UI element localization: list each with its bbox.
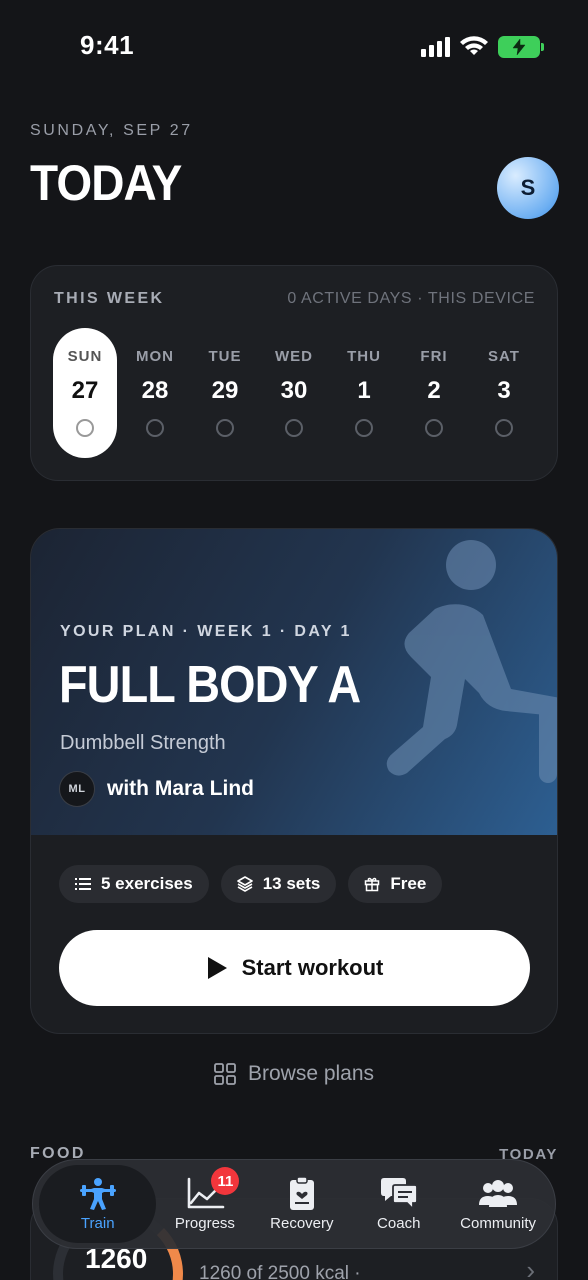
day-status-dot [355,419,373,437]
tab-label: Coach [377,1214,421,1232]
day-name: FRI [420,348,448,365]
chip-price: Free [348,865,443,903]
people-icon [479,1179,518,1207]
plan-eyebrow: YOUR PLAN · WEEK 1 · DAY 1 [60,623,352,640]
battery-icon [498,36,544,58]
chip-exercises: 5 exercises [59,865,209,903]
food-detail: 1260 of 2500 kcal · [199,1263,361,1280]
week-card: THIS WEEK 0 ACTIVE DAYS · THIS DEVICE SU… [30,265,558,481]
day-status-dot [285,419,303,437]
day-number: 30 [280,377,308,404]
week-title: THIS WEEK [54,290,165,307]
chevron-right-icon: › [526,1255,535,1280]
tab-bar: Train 11 Progress Recovery Coach Communi… [32,1159,556,1249]
list-icon [75,878,91,890]
day-number: 29 [211,377,239,404]
status-time: 9:41 [80,30,135,60]
chip-label: 5 exercises [101,874,193,893]
day-name: WED [275,348,313,365]
day-status-dot [76,419,94,437]
plan-coach: ML with Mara Lind [59,771,254,807]
chat-bubbles-icon [380,1177,418,1211]
coach-name: with Mara Lind [107,777,254,800]
day-status-dot [425,419,443,437]
chip-label: Free [390,874,427,893]
status-icons [421,36,544,58]
chip-sets: 13 sets [220,865,337,903]
coach-avatar: ML [59,771,95,807]
page-title: TODAY [30,155,182,211]
start-workout-button[interactable]: Start workout [59,930,530,1006]
date-label: SUNDAY, SEP 27 [30,122,193,139]
tab-progress[interactable]: 11 Progress [156,1165,253,1243]
tab-label: Community [460,1214,537,1232]
day-status-dot [495,419,513,437]
progress-badge: 11 [211,1167,240,1195]
barbell-icon [79,1177,116,1210]
day-status-dot [216,419,234,437]
day-number: 3 [497,377,511,404]
day-status-dot [146,419,164,437]
day-sun[interactable]: SUN 27 [53,328,117,458]
plan-chips: 5 exercises 13 sets Free [59,865,443,903]
layers-icon [236,876,253,892]
day-number: 28 [141,377,169,404]
day-number: 27 [71,377,99,404]
gift-icon [365,877,380,892]
tab-coach[interactable]: Coach [350,1165,447,1243]
chip-label: 13 sets [262,874,321,893]
plan-subtitle: Dumbbell Strength [60,732,226,754]
tab-label: Recovery [270,1214,334,1232]
week-meta: 0 ACTIVE DAYS · THIS DEVICE [287,290,535,307]
tab-label: Progress [174,1214,235,1232]
tab-recovery[interactable]: Recovery [253,1165,350,1243]
profile-avatar[interactable]: S [497,157,559,219]
lunge-figure-icon [386,540,557,783]
day-wed[interactable]: WED 30 [262,328,326,458]
browse-plans-button[interactable]: Browse plans [0,1062,588,1086]
day-name: SAT [488,348,520,365]
play-icon [207,957,227,979]
day-number: 1 [357,377,371,404]
day-name: TUE [208,348,242,365]
grid-icon [214,1063,236,1085]
day-name: SUN [67,348,103,365]
status-bar: 9:41 [0,0,588,96]
wifi-icon [460,36,488,55]
tab-community[interactable]: Community [447,1165,549,1243]
week-days: SUN 27 MON 28 TUE 29 WED 30 THU 1 FRI 2 [53,328,541,458]
day-name: MON [136,348,174,365]
plan-card[interactable]: YOUR PLAN · WEEK 1 · DAY 1 FULL BODY A D… [30,528,558,1034]
browse-plans-label: Browse plans [247,1062,375,1085]
start-workout-label: Start workout [241,955,384,980]
tab-label: Train [80,1214,115,1232]
day-tue[interactable]: TUE 29 [193,328,257,458]
tab-train[interactable]: Train [39,1165,157,1243]
day-mon[interactable]: MON 28 [123,328,187,458]
day-name: THU [347,348,381,365]
signal-icon [421,37,450,57]
day-thu[interactable]: THU 1 [332,328,396,458]
plan-name: FULL BODY A [59,656,361,714]
day-fri[interactable]: FRI 2 [402,328,466,458]
day-number: 2 [427,377,441,404]
day-sat[interactable]: SAT 3 [472,328,536,458]
clipboard-heart-icon [289,1176,314,1210]
